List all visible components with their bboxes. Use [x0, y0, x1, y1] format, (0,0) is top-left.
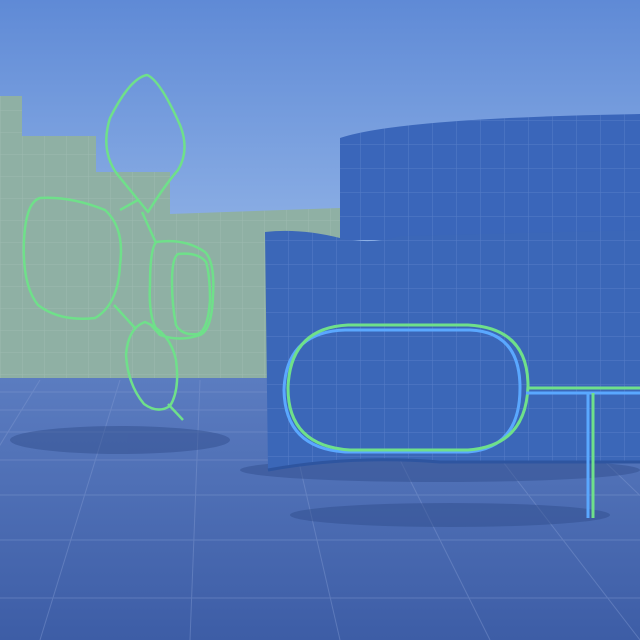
game-viewport[interactable] [0, 0, 640, 640]
scene-canvas[interactable] [0, 0, 640, 640]
curved-wall-back [340, 114, 640, 240]
curved-wall-blue [265, 230, 640, 472]
